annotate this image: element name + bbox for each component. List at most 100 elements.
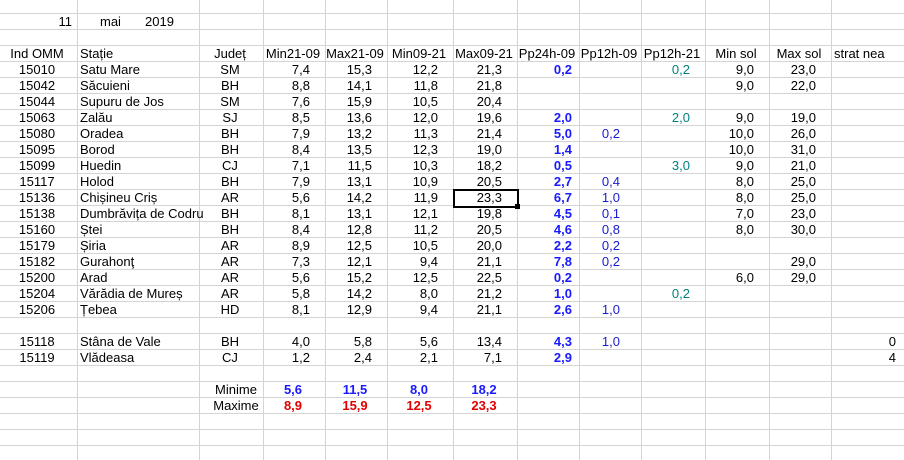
table-cell[interactable]: [770, 302, 828, 318]
table-cell[interactable]: BH: [200, 78, 260, 94]
table-cell[interactable]: 5,6: [264, 190, 322, 206]
table-cell[interactable]: [642, 206, 702, 222]
table-cell[interactable]: [642, 126, 702, 142]
table-cell[interactable]: Oradea: [80, 126, 198, 142]
table-cell[interactable]: [832, 238, 900, 254]
table-cell[interactable]: 18,2: [454, 158, 514, 174]
table-cell[interactable]: 7,1: [454, 350, 514, 366]
table-cell[interactable]: 8,1: [264, 206, 322, 222]
table-cell[interactable]: 0,2: [580, 126, 638, 142]
table-cell[interactable]: Supuru de Jos: [80, 94, 198, 110]
table-cell[interactable]: [832, 126, 900, 142]
table-cell[interactable]: 9,4: [388, 302, 450, 318]
table-cell[interactable]: 15,3: [326, 62, 384, 78]
table-cell[interactable]: 1,0: [580, 302, 638, 318]
table-cell[interactable]: 12,1: [388, 206, 450, 222]
table-cell[interactable]: Borod: [80, 142, 198, 158]
table-cell[interactable]: 9,0: [706, 110, 766, 126]
column-header[interactable]: strat nea: [834, 46, 902, 62]
table-cell[interactable]: [770, 350, 828, 366]
table-cell[interactable]: 12,5: [326, 238, 384, 254]
table-cell[interactable]: 15117: [0, 174, 74, 190]
table-cell[interactable]: AR: [200, 286, 260, 302]
table-cell[interactable]: 14,2: [326, 286, 384, 302]
table-cell[interactable]: 2,7: [518, 174, 576, 190]
table-cell[interactable]: [580, 270, 638, 286]
table-cell[interactable]: 0,2: [642, 286, 702, 302]
table-cell[interactable]: Stâna de Vale: [80, 334, 198, 350]
table-cell[interactable]: 0,2: [642, 62, 702, 78]
table-cell[interactable]: 15010: [0, 62, 74, 78]
table-cell[interactable]: 15042: [0, 78, 74, 94]
table-cell[interactable]: CJ: [200, 158, 260, 174]
table-cell[interactable]: 8,0: [706, 190, 766, 206]
table-cell[interactable]: 0: [832, 334, 900, 350]
table-cell[interactable]: 3,0: [642, 158, 702, 174]
table-cell[interactable]: [580, 350, 638, 366]
table-cell[interactable]: 26,0: [770, 126, 828, 142]
table-cell[interactable]: [642, 174, 702, 190]
column-header[interactable]: Min21-09: [264, 46, 322, 62]
table-cell[interactable]: 2,6: [518, 302, 576, 318]
table-cell[interactable]: 10,9: [388, 174, 450, 190]
table-cell[interactable]: 4,0: [264, 334, 322, 350]
table-cell[interactable]: Țebea: [80, 302, 198, 318]
table-cell[interactable]: 0,2: [518, 62, 576, 78]
table-cell[interactable]: 14,2: [326, 190, 384, 206]
column-header[interactable]: Stație: [80, 46, 198, 62]
table-cell[interactable]: [642, 350, 702, 366]
summary-min-value[interactable]: 11,5: [326, 382, 384, 398]
table-cell[interactable]: [642, 222, 702, 238]
table-cell[interactable]: 8,1: [264, 302, 322, 318]
table-cell[interactable]: [832, 174, 900, 190]
table-cell[interactable]: 1,4: [518, 142, 576, 158]
table-cell[interactable]: 12,8: [326, 222, 384, 238]
table-cell[interactable]: 5,8: [264, 286, 322, 302]
table-cell[interactable]: 12,9: [326, 302, 384, 318]
table-cell[interactable]: 7,6: [264, 94, 322, 110]
table-cell[interactable]: Gurahonţ: [80, 254, 198, 270]
table-cell[interactable]: Satu Mare: [80, 62, 198, 78]
column-header[interactable]: Min sol: [706, 46, 766, 62]
table-cell[interactable]: [642, 334, 702, 350]
column-header[interactable]: Pp12h-09: [580, 46, 638, 62]
table-cell[interactable]: [642, 302, 702, 318]
table-cell[interactable]: [580, 286, 638, 302]
table-cell[interactable]: [770, 334, 828, 350]
table-cell[interactable]: 1,0: [580, 334, 638, 350]
table-cell[interactable]: 11,2: [388, 222, 450, 238]
table-cell[interactable]: 4: [832, 350, 900, 366]
table-cell[interactable]: [642, 254, 702, 270]
table-cell[interactable]: [832, 110, 900, 126]
table-cell[interactable]: AR: [200, 190, 260, 206]
date-year-cell[interactable]: 2019: [145, 14, 205, 30]
table-cell[interactable]: [642, 190, 702, 206]
table-cell[interactable]: 13,5: [326, 142, 384, 158]
table-cell[interactable]: 15044: [0, 94, 74, 110]
table-cell[interactable]: AR: [200, 238, 260, 254]
table-cell[interactable]: 6,0: [706, 270, 766, 286]
table-cell[interactable]: 13,1: [326, 174, 384, 190]
table-cell[interactable]: 11,5: [326, 158, 384, 174]
table-cell[interactable]: [706, 286, 766, 302]
table-cell[interactable]: Șiria: [80, 238, 198, 254]
table-cell[interactable]: Huedin: [80, 158, 198, 174]
table-cell[interactable]: 9,0: [706, 62, 766, 78]
table-cell[interactable]: AR: [200, 270, 260, 286]
table-cell[interactable]: [706, 350, 766, 366]
table-cell[interactable]: 7,0: [706, 206, 766, 222]
table-cell[interactable]: Ștei: [80, 222, 198, 238]
table-cell[interactable]: [642, 78, 702, 94]
table-cell[interactable]: 2,0: [642, 110, 702, 126]
table-cell[interactable]: 15136: [0, 190, 74, 206]
table-cell[interactable]: BH: [200, 142, 260, 158]
table-cell[interactable]: 25,0: [770, 190, 828, 206]
table-cell[interactable]: 21,1: [454, 302, 514, 318]
summary-min-value[interactable]: 5,6: [264, 382, 322, 398]
column-header[interactable]: Min09-21: [388, 46, 450, 62]
table-cell[interactable]: 21,4: [454, 126, 514, 142]
table-cell[interactable]: 12,0: [388, 110, 450, 126]
table-cell[interactable]: 12,3: [388, 142, 450, 158]
table-cell[interactable]: [642, 238, 702, 254]
column-header[interactable]: Ind OMM: [0, 46, 74, 62]
